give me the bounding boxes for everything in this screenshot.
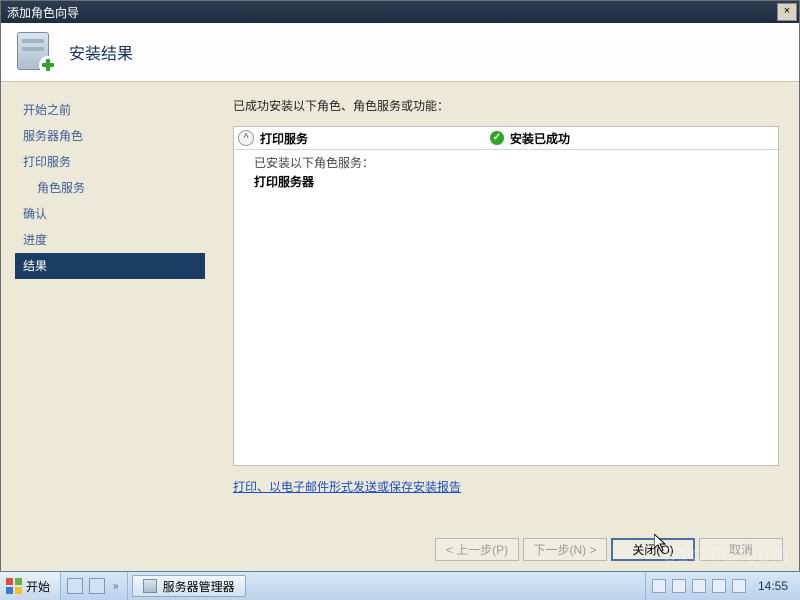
tray-icon-2[interactable] (672, 579, 686, 593)
cancel-button: 取消 (699, 538, 783, 561)
taskbar-clock[interactable]: 14:55 (752, 579, 794, 593)
wizard-heading: 安装结果 (69, 40, 133, 64)
titlebar: 添加角色向导 × (1, 1, 799, 23)
windows-logo-icon (6, 578, 22, 594)
wizard-content: 已成功安装以下角色、角色服务或功能： ˄ 打印服务 ✓ 安装已成功 已安装以下角… (233, 97, 779, 517)
role-header-row[interactable]: ˄ 打印服务 ✓ 安装已成功 (234, 127, 778, 150)
step-results[interactable]: 结果 (15, 253, 205, 279)
quick-launch-more-icon[interactable]: » (111, 581, 121, 592)
step-progress[interactable]: 进度 (15, 227, 205, 253)
quick-launch-desktop-icon[interactable] (67, 578, 83, 594)
installed-services-label: 已安装以下角色服务： (254, 154, 770, 171)
task-label: 服务器管理器 (163, 578, 235, 595)
start-label: 开始 (26, 578, 50, 595)
window-title: 添加角色向导 (7, 4, 777, 21)
wizard-header: 安装结果 (1, 23, 799, 82)
quick-launch: » (61, 572, 128, 600)
result-intro-text: 已成功安装以下角色、角色服务或功能： (233, 97, 779, 114)
tray-icon-3[interactable] (692, 579, 706, 593)
quick-launch-app-icon[interactable] (89, 578, 105, 594)
result-panel: ˄ 打印服务 ✓ 安装已成功 已安装以下角色服务： 打印服务器 (233, 126, 779, 466)
wizard-window: 添加角色向导 × 安装结果 开始之前 服务器角色 打印服务 角色服务 确认 进度… (0, 0, 800, 572)
window-close-button[interactable]: × (777, 3, 797, 21)
tray-icon-5[interactable] (732, 579, 746, 593)
success-icon: ✓ (490, 131, 504, 145)
step-print-services[interactable]: 打印服务 (15, 149, 205, 175)
next-button: 下一步(N) > (523, 538, 607, 561)
wizard-header-icon (15, 32, 55, 72)
server-manager-icon (143, 579, 157, 593)
role-status: ✓ 安装已成功 (490, 130, 570, 147)
installation-report-link[interactable]: 打印、以电子邮件形式发送或保存安装报告 (233, 478, 461, 495)
back-button: < 上一步(P) (435, 538, 519, 561)
system-tray: 14:55 (645, 572, 800, 600)
role-body: 已安装以下角色服务： 打印服务器 (234, 150, 778, 194)
taskbar-task-server-manager[interactable]: 服务器管理器 (132, 575, 246, 597)
role-status-text: 安装已成功 (510, 130, 570, 147)
step-role-services[interactable]: 角色服务 (15, 175, 205, 201)
tray-icon-4[interactable] (712, 579, 726, 593)
step-confirm[interactable]: 确认 (15, 201, 205, 227)
collapse-icon[interactable]: ˄ (238, 130, 254, 146)
start-button[interactable]: 开始 (0, 572, 61, 600)
step-before-begin[interactable]: 开始之前 (15, 97, 205, 123)
installed-service-name: 打印服务器 (254, 173, 770, 190)
step-server-roles[interactable]: 服务器角色 (15, 123, 205, 149)
close-button[interactable]: 关闭(O) (611, 538, 695, 561)
wizard-button-row: < 上一步(P) 下一步(N) > 关闭(O) 取消 (435, 538, 783, 561)
tray-icon-1[interactable] (652, 579, 666, 593)
role-name: 打印服务 (260, 130, 490, 147)
wizard-steps-nav: 开始之前 服务器角色 打印服务 角色服务 确认 进度 结果 (15, 97, 205, 279)
taskbar: 开始 » 服务器管理器 14:55 (0, 571, 800, 600)
